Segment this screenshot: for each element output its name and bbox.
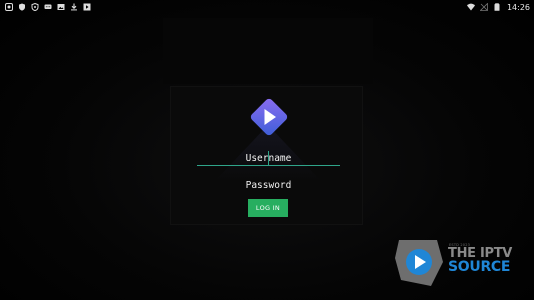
- image-icon: [57, 4, 65, 10]
- password-field[interactable]: Password: [197, 178, 340, 192]
- media-icon: [83, 3, 91, 11]
- username-field[interactable]: Username: [197, 151, 340, 166]
- password-placeholder: Password: [245, 179, 292, 191]
- shield-check-icon: [31, 3, 39, 11]
- shield-icon: [19, 3, 25, 11]
- app-notification-icon: [5, 3, 13, 11]
- login-button[interactable]: LOG IN: [248, 199, 288, 217]
- watermark-logo: ESTD 2023 THE IPTV SOURCE: [393, 236, 523, 288]
- app-screen: 14:26 Username Password LOG IN: [0, 0, 534, 300]
- status-bar-right: 14:26: [466, 2, 530, 12]
- battery-icon: [494, 3, 500, 11]
- background-panel: [163, 18, 373, 84]
- watermark-subtitle: SOURCE: [448, 259, 511, 275]
- status-bar: 14:26: [0, 0, 534, 14]
- chat-bubble-icon: [44, 4, 52, 9]
- play-badge-icon: [395, 240, 443, 286]
- login-card: Username Password LOG IN: [170, 86, 363, 225]
- download-icon: [71, 3, 77, 11]
- status-bar-left: [5, 3, 91, 11]
- wifi-icon: [466, 3, 475, 11]
- text-cursor: [268, 151, 269, 166]
- play-diamond-logo: [250, 98, 288, 136]
- no-signal-icon: [479, 3, 488, 11]
- clock: 14:26: [506, 2, 530, 12]
